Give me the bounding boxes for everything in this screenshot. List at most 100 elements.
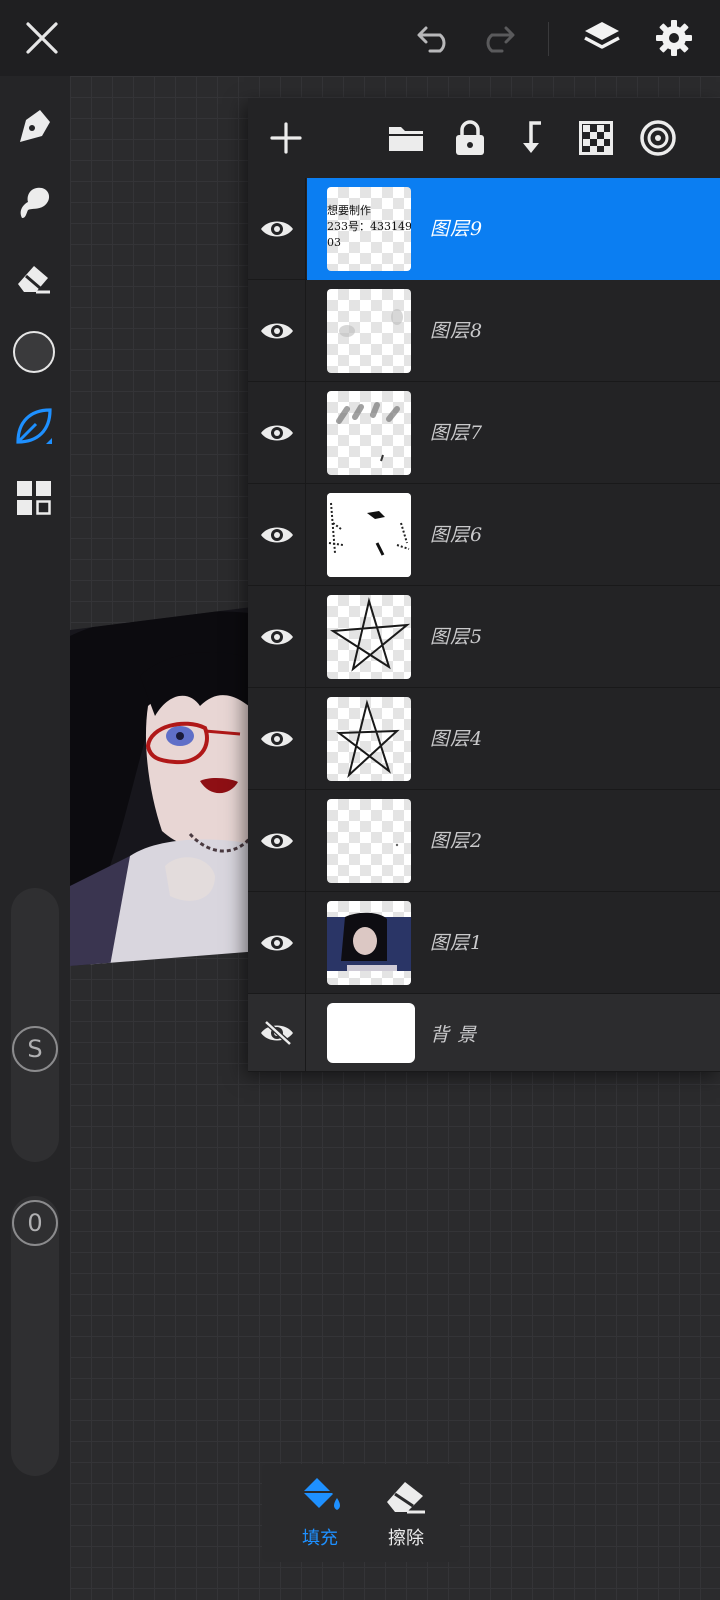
gear-icon [656,20,692,56]
layer-row-6[interactable]: 图层6 [248,484,720,586]
erase-button[interactable]: 擦除 [366,1474,446,1556]
eraser-tool-button[interactable] [8,252,60,304]
layer-name: 图层1 [430,932,484,954]
top-toolbar [0,0,720,76]
layer-name: 图层7 [430,422,484,444]
merge-down-icon [523,121,541,153]
erase-label: 擦除 [388,1528,424,1549]
lock-icon [456,120,484,155]
layer-name: 图层6 [430,524,484,546]
folder-icon [389,127,423,151]
layer-name: 图层8 [430,320,484,342]
clipping-mask-button[interactable] [632,112,684,164]
opacity-knob[interactable]: 0 [12,1200,58,1246]
layer-row-1[interactable]: 图层1 [248,892,720,994]
eye-icon [260,221,293,237]
grid-icon [17,481,51,515]
eye-icon [260,425,293,441]
layer-row-8[interactable]: 图层8 [248,280,720,382]
fill-label: 填充 [302,1528,338,1549]
eye-icon [260,323,293,339]
eraser-icon [387,1482,425,1514]
layer-row-background[interactable]: 背景 [248,994,720,1072]
undo-button[interactable] [410,12,462,64]
layer-visibility-toggle[interactable] [248,484,306,586]
opacity-slider-label: 0 [27,1209,43,1237]
leaf-brush-icon [16,408,52,444]
paint-bucket-icon [303,1478,340,1510]
thumb-text-line: 想要制作 [327,204,371,217]
layer-thumbnail [327,901,411,985]
plus-icon [270,122,302,154]
layers-panel: 想要制作 233号：4331493 03 图层9 图层8 图层7 图层6 图层5… [248,98,720,1072]
brush-tool-button[interactable] [8,400,60,452]
layer-name: 图层9 [430,218,484,240]
brush-size-slider[interactable] [11,888,59,1162]
layer-row-7[interactable]: 图层7 [248,382,720,484]
undo-icon [417,26,446,53]
size-slider-label: S [27,1035,43,1063]
smudge-tool-button[interactable] [8,176,60,228]
gallery-grid-button[interactable] [8,472,60,524]
redo-icon [486,26,515,53]
layer-thumbnail [327,1003,415,1063]
layer-visibility-toggle[interactable] [248,790,306,892]
layer-visibility-toggle[interactable] [248,892,306,994]
layer-row-5[interactable]: 图层5 [248,586,720,688]
layer-thumbnail [327,289,411,373]
layer-visibility-toggle[interactable] [248,280,306,382]
fill-erase-popup: 填充 擦除 [262,1464,460,1562]
fill-button[interactable]: 填充 [280,1474,360,1556]
toolbar-divider [548,22,549,56]
close-button[interactable] [16,12,68,64]
layer-name: 图层5 [430,626,484,648]
layer-thumbnail [327,799,411,883]
pen-tool-button[interactable] [8,100,60,152]
eye-icon [260,833,293,849]
layer-thumbnail [327,493,411,577]
layer-row-9[interactable]: 想要制作 233号：4331493 03 图层9 [248,178,720,280]
layer-row-2[interactable]: 图层2 [248,790,720,892]
eye-hidden-icon [260,1020,293,1046]
layer-thumbnail [327,391,411,475]
lock-layer-button[interactable] [444,112,496,164]
layers-button[interactable] [576,12,628,64]
close-icon [26,22,58,54]
smudge-icon [20,187,50,218]
current-color-swatch [13,331,55,373]
layer-row-4[interactable]: 图层4 [248,688,720,790]
checker-icon [579,121,613,155]
layer-visibility-toggle[interactable] [248,178,306,280]
layers-toolbar [248,98,720,178]
eye-icon [260,935,293,951]
merge-down-button[interactable] [508,112,560,164]
brush-size-knob[interactable]: S [12,1026,58,1072]
eye-icon [260,629,293,645]
pen-icon [20,110,50,142]
target-icon [640,120,676,156]
layer-thumbnail: 想要制作 233号：4331493 03 [327,187,411,271]
folder-button[interactable] [380,112,432,164]
eye-icon [260,527,293,543]
thumb-text-line: 233号：4331493 [327,220,411,233]
add-layer-button[interactable] [260,112,312,164]
redo-button[interactable] [470,12,522,64]
layer-name: 图层2 [430,830,484,852]
layer-name: 图层4 [430,728,484,750]
layers-icon [584,22,620,49]
canvas-artwork [70,606,260,966]
layer-thumbnail [327,697,411,781]
layer-name: 背景 [430,1024,485,1046]
thumb-text-line: 03 [327,236,341,249]
settings-button[interactable] [648,12,700,64]
alpha-lock-button[interactable] [570,112,622,164]
layer-visibility-toggle[interactable] [248,382,306,484]
layer-visibility-toggle[interactable] [248,586,306,688]
layer-thumbnail [327,595,411,679]
layer-visibility-toggle[interactable] [248,994,306,1072]
left-toolbar: S 0 [0,76,70,1600]
layer-visibility-toggle[interactable] [248,688,306,790]
color-picker-button[interactable] [8,326,60,378]
eye-icon [260,731,293,747]
eraser-icon [18,266,50,294]
